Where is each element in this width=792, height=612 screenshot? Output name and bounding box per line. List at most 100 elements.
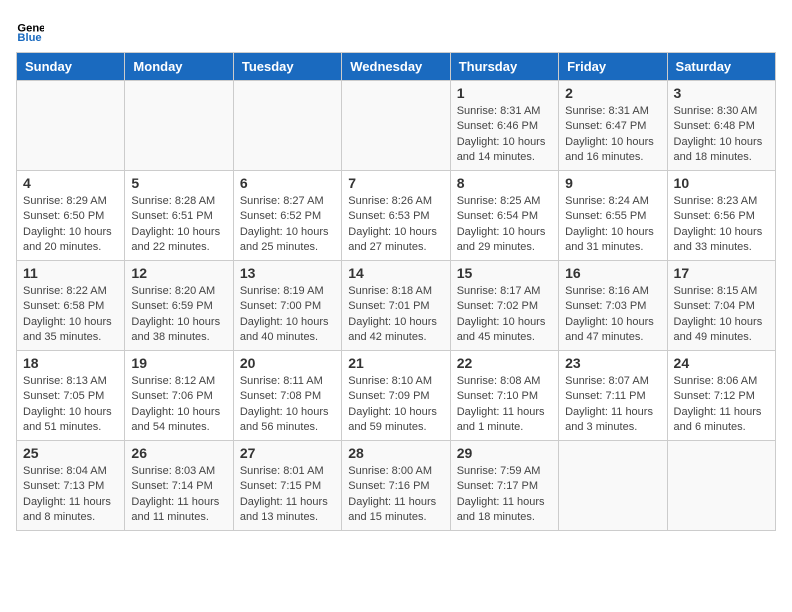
- day-info: Sunrise: 8:19 AM Sunset: 7:00 PM Dayligh…: [240, 284, 335, 346]
- day-number: 22: [457, 355, 552, 371]
- column-header-sunday: Sunday: [17, 53, 125, 81]
- calendar-cell: 10 Sunrise: 8:23 AM Sunset: 6:56 PM Dayli…: [667, 171, 775, 261]
- column-header-friday: Friday: [559, 53, 667, 81]
- week-row-5: 25 Sunrise: 8:04 AM Sunset: 7:13 PM Dayli…: [17, 441, 776, 531]
- calendar-cell: 9 Sunrise: 8:24 AM Sunset: 6:55 PM Daylig…: [559, 171, 667, 261]
- day-number: 18: [23, 355, 118, 371]
- calendar-body: 1 Sunrise: 8:31 AM Sunset: 6:46 PM Daylig…: [17, 81, 776, 531]
- day-number: 1: [457, 85, 552, 101]
- day-info: Sunrise: 8:04 AM Sunset: 7:13 PM Dayligh…: [23, 464, 118, 526]
- day-number: 14: [348, 265, 443, 281]
- day-number: 12: [131, 265, 226, 281]
- day-info: Sunrise: 8:07 AM Sunset: 7:11 PM Dayligh…: [565, 374, 660, 436]
- calendar-cell: 20 Sunrise: 8:11 AM Sunset: 7:08 PM Dayli…: [233, 351, 341, 441]
- column-header-tuesday: Tuesday: [233, 53, 341, 81]
- day-number: 8: [457, 175, 552, 191]
- calendar-cell: 12 Sunrise: 8:20 AM Sunset: 6:59 PM Dayli…: [125, 261, 233, 351]
- day-number: 20: [240, 355, 335, 371]
- calendar-cell: [559, 441, 667, 531]
- week-row-3: 11Sunrise: 8:22 AM Sunset: 6:58 PM Dayli…: [17, 261, 776, 351]
- day-number: 17: [674, 265, 769, 281]
- calendar-header: SundayMondayTuesdayWednesdayThursdayFrid…: [17, 53, 776, 81]
- day-number: 3: [674, 85, 769, 101]
- calendar-cell: 14 Sunrise: 8:18 AM Sunset: 7:01 PM Dayli…: [342, 261, 450, 351]
- day-info: Sunrise: 8:15 AM Sunset: 7:04 PM Dayligh…: [674, 284, 769, 346]
- day-info: Sunrise: 8:25 AM Sunset: 6:54 PM Dayligh…: [457, 194, 552, 256]
- calendar-cell: 28 Sunrise: 8:00 AM Sunset: 7:16 PM Dayli…: [342, 441, 450, 531]
- day-number: 15: [457, 265, 552, 281]
- day-info: Sunrise: 8:10 AM Sunset: 7:09 PM Dayligh…: [348, 374, 443, 436]
- logo: General Blue: [16, 16, 48, 44]
- day-info: Sunrise: 7:59 AM Sunset: 7:17 PM Dayligh…: [457, 464, 552, 526]
- day-number: 26: [131, 445, 226, 461]
- day-info: Sunrise: 8:20 AM Sunset: 6:59 PM Dayligh…: [131, 284, 226, 346]
- day-number: 25: [23, 445, 118, 461]
- column-header-saturday: Saturday: [667, 53, 775, 81]
- calendar-cell: 18 Sunrise: 8:13 AM Sunset: 7:05 PM Dayli…: [17, 351, 125, 441]
- calendar-cell: 15 Sunrise: 8:17 AM Sunset: 7:02 PM Dayli…: [450, 261, 558, 351]
- day-info: Sunrise: 8:31 AM Sunset: 6:46 PM Dayligh…: [457, 104, 552, 166]
- day-number: 23: [565, 355, 660, 371]
- calendar-cell: 25 Sunrise: 8:04 AM Sunset: 7:13 PM Dayli…: [17, 441, 125, 531]
- day-info: Sunrise: 8:08 AM Sunset: 7:10 PM Dayligh…: [457, 374, 552, 436]
- calendar-cell: 19 Sunrise: 8:12 AM Sunset: 7:06 PM Dayli…: [125, 351, 233, 441]
- day-number: 28: [348, 445, 443, 461]
- day-info: Sunrise: 8:06 AM Sunset: 7:12 PM Dayligh…: [674, 374, 769, 436]
- day-info: Sunrise: 8:16 AM Sunset: 7:03 PM Dayligh…: [565, 284, 660, 346]
- day-number: 11: [23, 265, 118, 281]
- calendar-table: SundayMondayTuesdayWednesdayThursdayFrid…: [16, 52, 776, 531]
- day-info: Sunrise: 8:17 AM Sunset: 7:02 PM Dayligh…: [457, 284, 552, 346]
- week-row-1: 1 Sunrise: 8:31 AM Sunset: 6:46 PM Daylig…: [17, 81, 776, 171]
- calendar-cell: [233, 81, 341, 171]
- day-info: Sunrise: 8:29 AM Sunset: 6:50 PM Dayligh…: [23, 194, 118, 256]
- day-number: 9: [565, 175, 660, 191]
- day-number: 10: [674, 175, 769, 191]
- week-row-2: 4 Sunrise: 8:29 AM Sunset: 6:50 PM Daylig…: [17, 171, 776, 261]
- day-number: 19: [131, 355, 226, 371]
- day-info: Sunrise: 8:27 AM Sunset: 6:52 PM Dayligh…: [240, 194, 335, 256]
- day-info: Sunrise: 8:24 AM Sunset: 6:55 PM Dayligh…: [565, 194, 660, 256]
- calendar-cell: 6Sunrise: 8:27 AM Sunset: 6:52 PM Daylig…: [233, 171, 341, 261]
- day-info: Sunrise: 8:13 AM Sunset: 7:05 PM Dayligh…: [23, 374, 118, 436]
- calendar-cell: 24 Sunrise: 8:06 AM Sunset: 7:12 PM Dayli…: [667, 351, 775, 441]
- day-info: Sunrise: 8:01 AM Sunset: 7:15 PM Dayligh…: [240, 464, 335, 526]
- day-number: 16: [565, 265, 660, 281]
- day-info: Sunrise: 8:00 AM Sunset: 7:16 PM Dayligh…: [348, 464, 443, 526]
- day-number: 13: [240, 265, 335, 281]
- header-row: SundayMondayTuesdayWednesdayThursdayFrid…: [17, 53, 776, 81]
- day-number: 24: [674, 355, 769, 371]
- day-info: Sunrise: 8:11 AM Sunset: 7:08 PM Dayligh…: [240, 374, 335, 436]
- calendar-cell: 3Sunrise: 8:30 AM Sunset: 6:48 PM Daylig…: [667, 81, 775, 171]
- column-header-wednesday: Wednesday: [342, 53, 450, 81]
- day-info: Sunrise: 8:12 AM Sunset: 7:06 PM Dayligh…: [131, 374, 226, 436]
- calendar-cell: 1 Sunrise: 8:31 AM Sunset: 6:46 PM Daylig…: [450, 81, 558, 171]
- day-number: 21: [348, 355, 443, 371]
- day-number: 4: [23, 175, 118, 191]
- calendar-cell: 22 Sunrise: 8:08 AM Sunset: 7:10 PM Dayli…: [450, 351, 558, 441]
- calendar-cell: 5 Sunrise: 8:28 AM Sunset: 6:51 PM Daylig…: [125, 171, 233, 261]
- calendar-cell: 29Sunrise: 7:59 AM Sunset: 7:17 PM Dayli…: [450, 441, 558, 531]
- calendar-cell: [17, 81, 125, 171]
- calendar-cell: 16 Sunrise: 8:16 AM Sunset: 7:03 PM Dayli…: [559, 261, 667, 351]
- calendar-cell: 21 Sunrise: 8:10 AM Sunset: 7:09 PM Dayli…: [342, 351, 450, 441]
- calendar-cell: 26Sunrise: 8:03 AM Sunset: 7:14 PM Dayli…: [125, 441, 233, 531]
- day-info: Sunrise: 8:23 AM Sunset: 6:56 PM Dayligh…: [674, 194, 769, 256]
- day-number: 7: [348, 175, 443, 191]
- calendar-cell: 2Sunrise: 8:31 AM Sunset: 6:47 PM Daylig…: [559, 81, 667, 171]
- day-info: Sunrise: 8:31 AM Sunset: 6:47 PM Dayligh…: [565, 104, 660, 166]
- logo-icon: General Blue: [16, 16, 44, 44]
- calendar-cell: 23 Sunrise: 8:07 AM Sunset: 7:11 PM Dayli…: [559, 351, 667, 441]
- calendar-cell: 13 Sunrise: 8:19 AM Sunset: 7:00 PM Dayli…: [233, 261, 341, 351]
- day-number: 27: [240, 445, 335, 461]
- calendar-cell: 11Sunrise: 8:22 AM Sunset: 6:58 PM Dayli…: [17, 261, 125, 351]
- day-number: 5: [131, 175, 226, 191]
- svg-text:Blue: Blue: [17, 32, 41, 44]
- day-info: Sunrise: 8:28 AM Sunset: 6:51 PM Dayligh…: [131, 194, 226, 256]
- calendar-cell: [667, 441, 775, 531]
- calendar-cell: 7Sunrise: 8:26 AM Sunset: 6:53 PM Daylig…: [342, 171, 450, 261]
- column-header-thursday: Thursday: [450, 53, 558, 81]
- calendar-cell: 17 Sunrise: 8:15 AM Sunset: 7:04 PM Dayli…: [667, 261, 775, 351]
- calendar-cell: [125, 81, 233, 171]
- calendar-cell: 27 Sunrise: 8:01 AM Sunset: 7:15 PM Dayli…: [233, 441, 341, 531]
- day-info: Sunrise: 8:18 AM Sunset: 7:01 PM Dayligh…: [348, 284, 443, 346]
